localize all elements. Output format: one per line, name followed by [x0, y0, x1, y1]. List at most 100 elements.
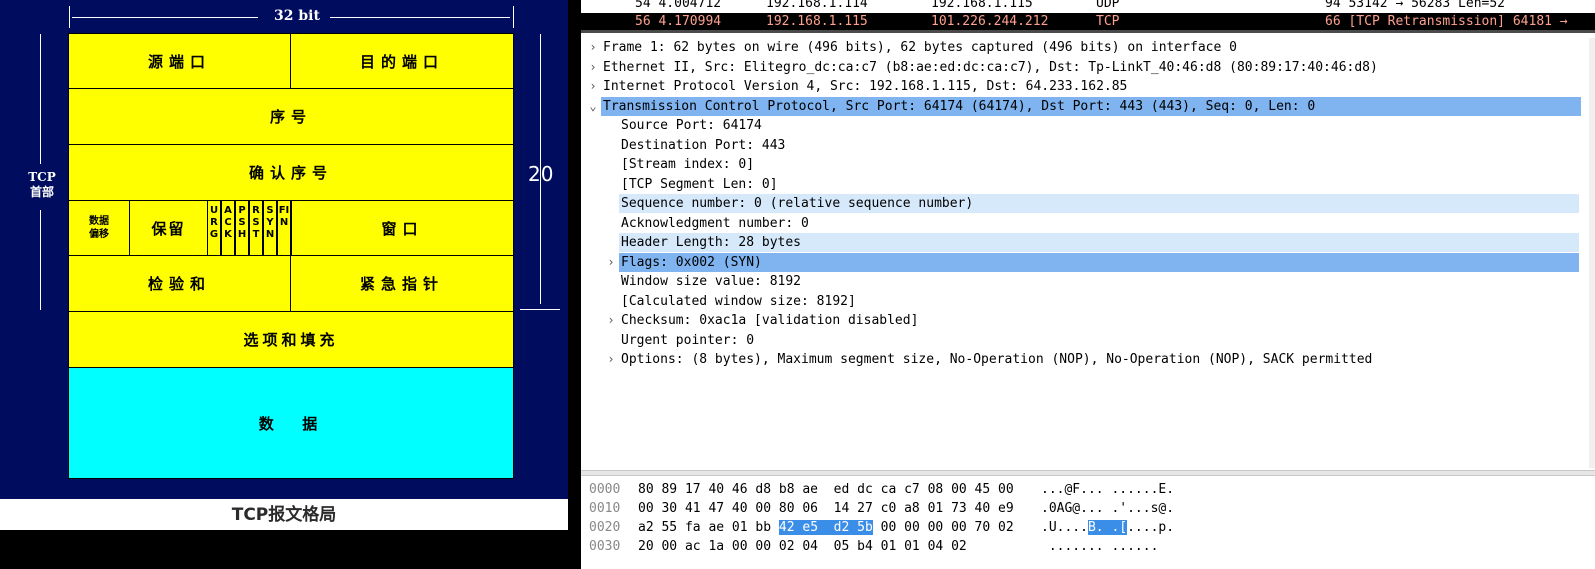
tree-row[interactable]: › Checksum: 0xac1a [validation disabled] — [581, 311, 1581, 330]
hex-bytes: 20 00 ac 1a 00 00 02 04 05 b4 01 01 04 0… — [638, 537, 967, 556]
packet-no-time: 56 4.170994 — [635, 14, 722, 29]
chevron-right-icon[interactable]: › — [587, 77, 599, 96]
source-port-field: 源端口 — [68, 33, 291, 89]
side-arrow-line — [40, 34, 41, 164]
flag-rst: RST — [249, 200, 263, 256]
chevron-right-icon[interactable]: › — [587, 58, 599, 77]
tree-row-label: Options: (8 bytes), Maximum segment size… — [621, 352, 1373, 367]
hex-ascii-text: ...@F... ......E. — [1041, 482, 1175, 497]
tree-row[interactable]: Acknowledgment number: 0 — [581, 214, 1581, 233]
hex-bytes: 80 89 17 40 46 d8 b8 ae ed dc ca c7 08 0… — [638, 480, 1014, 499]
packet-source: 192.168.1.114 — [766, 0, 868, 11]
tree-row-label: Header Length: 28 bytes — [621, 235, 802, 250]
tree-row[interactable]: [TCP Segment Len: 0] — [581, 175, 1581, 194]
hex-offset: 0020 — [589, 520, 621, 535]
hex-offset: 0030 — [589, 539, 621, 554]
ack-number-field: 确认序号 — [68, 144, 514, 201]
hex-bytes-text: 80 89 17 40 46 d8 b8 ae ed dc ca c7 08 0… — [638, 482, 1014, 497]
packet-info: 94 53142 → 56283 Len=52 — [1325, 0, 1506, 11]
hex-row[interactable]: 0000 80 89 17 40 46 d8 b8 ae ed dc ca c7 … — [581, 480, 1595, 499]
flag-syn: SYN — [263, 200, 277, 256]
packet-protocol: UDP — [1096, 0, 1120, 11]
destination-port-field: 目的端口 — [290, 33, 514, 89]
hex-ascii: .U....B. .[....p. — [1041, 518, 1174, 537]
tree-row-label: Source Port: 64174 — [621, 118, 762, 133]
hex-ascii-text: ....... ...... — [1041, 539, 1159, 554]
tree-row-label: Urgent pointer: 0 — [621, 332, 755, 348]
flag-psh: PSH — [235, 200, 249, 256]
tree-row[interactable]: [Stream index: 0] — [581, 155, 1581, 174]
tree-row[interactable]: Urgent pointer: 0 — [581, 331, 1581, 350]
tcp-header-side-label: TCP 首部 — [28, 170, 56, 199]
tree-row[interactable]: Source Port: 64174 — [581, 116, 1581, 135]
hex-bytes: a2 55 fa ae 01 bb 42 e5 d2 5b 00 00 00 0… — [638, 518, 1014, 537]
hex-row[interactable]: 0030 20 00 ac 1a 00 00 02 04 05 b4 01 01 … — [581, 537, 1595, 556]
packet-source: 192.168.1.115 — [766, 14, 868, 29]
tree-row[interactable]: › Flags: 0x002 (SYN) — [607, 252, 1579, 272]
tree-row[interactable]: Window size value: 8192 — [581, 272, 1581, 291]
data-offset-field: 数据 偏移 — [68, 200, 130, 256]
hex-offset: 0000 — [589, 482, 621, 497]
packet-bytes-pane: 0000 80 89 17 40 46 d8 b8 ae ed dc ca c7 … — [581, 476, 1595, 569]
tree-row[interactable]: › Ethernet II, Src: Elitegro_dc:ca:c7 (b8… — [581, 58, 1581, 77]
tree-row-label: Acknowledgment number: 0 — [621, 215, 809, 231]
tree-row-label: [TCP Segment Len: 0] — [621, 176, 778, 192]
packet-list-row-selected[interactable]: 56 4.170994 192.168.1.115 101.226.244.21… — [581, 13, 1595, 33]
hex-bytes-text: 00 30 41 47 40 00 80 06 14 27 c0 a8 01 7… — [638, 501, 1014, 516]
hex-ascii: .0AG@... .'...s@. — [1041, 499, 1174, 518]
hex-row[interactable]: 0010 00 30 41 47 40 00 80 06 14 27 c0 a8 … — [581, 499, 1595, 518]
chevron-down-icon[interactable]: ⌄ — [587, 97, 599, 116]
packet-list-row[interactable]: 54 4.004712 192.168.1.114 192.168.1.115 … — [581, 0, 1595, 12]
chevron-right-icon[interactable]: › — [587, 38, 599, 57]
tree-row[interactable]: Sequence number: 0 (relative sequence nu… — [619, 194, 1579, 213]
urgent-pointer-field: 紧急指针 — [290, 255, 514, 312]
tree-row-label: [Stream index: 0] — [621, 157, 755, 172]
data-field: 数 据 — [68, 367, 514, 479]
hex-row[interactable]: 0020 a2 55 fa ae 01 bb 42 e5 d2 5b 00 00 … — [581, 518, 1595, 537]
tree-row[interactable]: [Calculated window size: 8192] — [581, 292, 1581, 311]
chevron-right-icon[interactable]: › — [605, 311, 617, 330]
tree-row[interactable]: › Options: (8 bytes), Maximum segment siz… — [581, 350, 1581, 369]
width-left-tick — [69, 6, 70, 28]
tree-row-label: Sequence number: 0 (relative sequence nu… — [621, 196, 974, 211]
tree-row[interactable]: ⌄ Transmission Control Protocol, Src Port… — [589, 96, 1581, 116]
hex-ascii-text: .0AG@... .'...s@. — [1041, 501, 1175, 516]
packet-destination: 192.168.1.115 — [931, 0, 1033, 11]
hex-bytes-selected: 42 e5 d2 5b — [778, 520, 873, 535]
tree-row[interactable]: › Frame 1: 62 bytes on wire (496 bits), 6… — [581, 38, 1581, 57]
flag-ack: ACK — [221, 200, 235, 256]
tree-row-label: Destination Port: 443 — [621, 137, 786, 153]
hex-bytes-text: 20 00 ac 1a 00 00 02 04 05 b4 01 01 04 0… — [638, 539, 967, 554]
packet-info: 66 [TCP Retransmission] 64181 → — [1325, 14, 1568, 29]
chevron-right-icon[interactable]: › — [605, 350, 617, 369]
packet-destination: 101.226.244.212 — [931, 14, 1049, 29]
flag-fin: FIN — [277, 200, 291, 256]
hex-ascii-selected: B. .[ — [1087, 520, 1128, 535]
reserved-field: 保留 — [129, 200, 208, 256]
tree-row[interactable]: Header Length: 28 bytes — [619, 233, 1579, 252]
tree-row-label: Ethernet II, Src: Elitegro_dc:ca:c7 (b8:… — [603, 59, 1378, 75]
tree-row-label: Internet Protocol Version 4, Src: 192.16… — [603, 79, 1128, 94]
height-bottom-tick — [520, 309, 560, 310]
packet-analyzer: 54 4.004712 192.168.1.114 192.168.1.115 … — [581, 0, 1595, 569]
tree-row[interactable]: Destination Port: 443 — [581, 136, 1581, 155]
details-scrollbar[interactable] — [1589, 38, 1595, 468]
width-label: 32 bit — [274, 8, 320, 24]
tcp-header-diagram: 32 bit 20 TCP 首部 源端口 目的端口 序号 确认序号 数据 偏移 … — [0, 0, 580, 569]
options-padding-field: 选项和填充 — [68, 311, 514, 368]
tree-row-label: Window size value: 8192 — [621, 274, 802, 289]
packet-protocol: TCP — [1096, 14, 1120, 29]
height-label: 20 — [528, 162, 554, 186]
hex-offset: 0010 — [589, 501, 621, 516]
tree-row[interactable]: › Internet Protocol Version 4, Src: 192.1… — [581, 77, 1581, 96]
hex-ascii-text: .U.... — [1041, 520, 1088, 535]
window-field: 窗口 — [291, 200, 514, 256]
hex-bytes-text: 00 00 00 00 70 02 — [872, 520, 1014, 535]
packet-no-time: 54 4.004712 — [635, 0, 722, 11]
width-arrow-right — [330, 17, 510, 18]
tree-row-label: Transmission Control Protocol, Src Port:… — [603, 98, 1316, 114]
chevron-right-icon[interactable]: › — [605, 253, 617, 272]
hex-bytes: 00 30 41 47 40 00 80 06 14 27 c0 a8 01 7… — [638, 499, 1014, 518]
tree-row-label: Checksum: 0xac1a [validation disabled] — [621, 313, 919, 328]
hex-ascii: ....... ...... — [1041, 537, 1159, 556]
